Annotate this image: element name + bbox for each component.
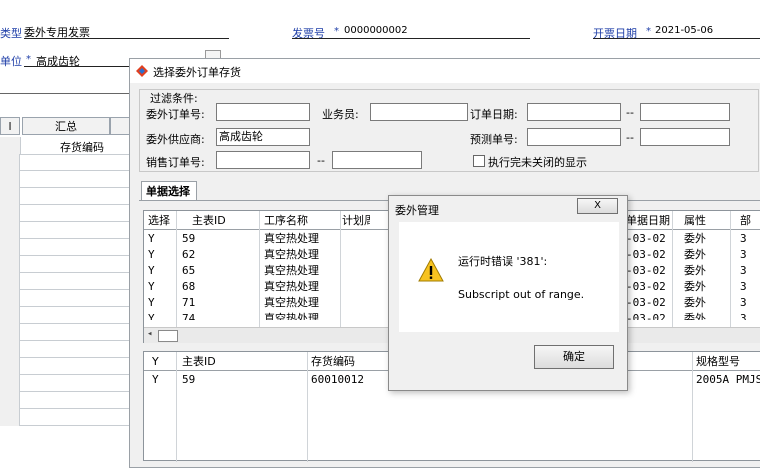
row-date: -03-02 bbox=[626, 232, 666, 245]
row-process: 真空热处理 bbox=[264, 232, 319, 245]
column-header-plan-cycle[interactable]: 计划周期 bbox=[342, 212, 370, 229]
row-id: 71 bbox=[182, 296, 196, 309]
scroll-thumb[interactable] bbox=[158, 330, 178, 342]
order-no-label: 委外订单号: bbox=[146, 108, 205, 121]
column-header-select[interactable]: 选择 bbox=[148, 212, 170, 229]
row-id: 59 bbox=[182, 373, 196, 386]
row-date: -03-02 bbox=[626, 264, 666, 277]
column-header-id[interactable]: 主表ID bbox=[192, 212, 226, 229]
column-header-code: 存货编码 bbox=[60, 141, 104, 154]
sales-order-label: 销售订单号: bbox=[146, 156, 205, 169]
row-dept: 3 bbox=[740, 312, 747, 320]
supplier-input[interactable]: 高成齿轮 bbox=[216, 128, 310, 146]
row-id: 62 bbox=[182, 248, 196, 261]
required-mark: * bbox=[334, 26, 339, 37]
row-attr: 委外 bbox=[684, 312, 706, 320]
row-attr: 委外 bbox=[684, 280, 706, 293]
row-process: 真空热处理 bbox=[264, 296, 319, 309]
row-process: 真空热处理 bbox=[264, 312, 319, 320]
column-header-attr[interactable]: 属性 bbox=[684, 212, 706, 229]
row-id: 65 bbox=[182, 264, 196, 277]
forecast-no-to-input[interactable] bbox=[640, 128, 730, 146]
tab-document-selection[interactable]: 单据选择 bbox=[141, 181, 197, 201]
row-select[interactable]: Y bbox=[148, 279, 155, 294]
error-code-text: 运行时错误 '381': bbox=[458, 255, 548, 268]
row-spec: 2005A PMJS bbox=[696, 373, 760, 386]
row-process: 真空热处理 bbox=[264, 264, 319, 277]
order-date-label: 订单日期: bbox=[470, 108, 518, 121]
error-message-text: Subscript out of range. bbox=[458, 288, 585, 301]
doc-type-label: 类型 bbox=[0, 27, 22, 40]
row-select[interactable]: Y bbox=[148, 295, 155, 310]
window-title: 选择委外订单存货 bbox=[153, 66, 241, 79]
order-date-to-input[interactable] bbox=[640, 103, 730, 121]
show-closed-checkbox[interactable] bbox=[473, 155, 485, 167]
row-select[interactable]: Y bbox=[148, 231, 155, 246]
sales-order-separator: -- bbox=[317, 154, 325, 167]
column-header-id[interactable]: 主表ID bbox=[182, 353, 216, 370]
row-attr: 委外 bbox=[684, 264, 706, 277]
show-closed-label: 执行完未关闭的显示 bbox=[488, 156, 587, 169]
ok-button[interactable]: 确定 bbox=[534, 345, 614, 369]
forecast-no-from-input[interactable] bbox=[527, 128, 621, 146]
row-date: -03-02 bbox=[626, 296, 666, 309]
row-dept: 3 bbox=[740, 248, 747, 261]
window-titlebar[interactable]: 选择委外订单存货 bbox=[130, 59, 760, 83]
column-header-select[interactable]: Y bbox=[152, 353, 159, 370]
column-header-spec[interactable]: 规格型号 bbox=[696, 353, 740, 370]
supplier-label: 委外供应商: bbox=[146, 133, 205, 146]
order-no-input[interactable] bbox=[216, 103, 310, 121]
left-detail-grid[interactable]: 存货编码 bbox=[0, 137, 135, 437]
scroll-left-icon[interactable]: ◂ bbox=[147, 329, 152, 339]
row-select[interactable]: Y bbox=[152, 372, 159, 387]
salesperson-input[interactable] bbox=[370, 103, 468, 121]
row-select[interactable]: Y bbox=[148, 247, 155, 262]
row-attr: 委外 bbox=[684, 248, 706, 261]
date-separator: -- bbox=[626, 106, 634, 119]
dialog-title: 委外管理 bbox=[395, 204, 439, 217]
row-attr: 委外 bbox=[684, 232, 706, 245]
tab-left[interactable]: l bbox=[0, 117, 20, 135]
tab-summary[interactable]: 汇总 bbox=[22, 117, 110, 135]
row-date: -03-02 bbox=[626, 280, 666, 293]
window-app-icon bbox=[136, 65, 148, 77]
invoice-date-value[interactable]: 2021-05-06 bbox=[655, 25, 713, 36]
row-dept: 3 bbox=[740, 296, 747, 309]
row-dept: 3 bbox=[740, 264, 747, 277]
warning-icon bbox=[418, 258, 444, 282]
row-date: -03-02 bbox=[626, 248, 666, 261]
sales-order-to-input[interactable] bbox=[332, 151, 422, 169]
row-select[interactable]: Y bbox=[148, 263, 155, 278]
forecast-separator: -- bbox=[626, 131, 634, 144]
row-dept: 3 bbox=[740, 232, 747, 245]
column-header-doc-date[interactable]: 单据日期 bbox=[626, 212, 670, 229]
column-header-process[interactable]: 工序名称 bbox=[264, 212, 308, 229]
invoice-no-value[interactable]: 0000000002 bbox=[344, 25, 408, 36]
close-icon: X bbox=[594, 200, 601, 211]
row-date: -03-02 bbox=[626, 312, 666, 320]
row-id: 68 bbox=[182, 280, 196, 293]
order-date-from-input[interactable] bbox=[527, 103, 621, 121]
row-code: 60010012 bbox=[311, 373, 364, 386]
row-select[interactable]: Y bbox=[148, 311, 155, 320]
close-button[interactable]: X bbox=[577, 198, 618, 214]
row-process: 真空热处理 bbox=[264, 280, 319, 293]
sales-order-from-input[interactable] bbox=[216, 151, 310, 169]
forecast-no-label: 预测单号: bbox=[470, 133, 518, 146]
column-header-code[interactable]: 存货编码 bbox=[311, 353, 355, 370]
salesperson-label: 业务员: bbox=[322, 108, 359, 121]
unit-label: 单位 bbox=[0, 55, 22, 68]
row-process: 真空热处理 bbox=[264, 248, 319, 261]
row-dept: 3 bbox=[740, 280, 747, 293]
required-mark: * bbox=[26, 54, 31, 65]
row-id: 74 bbox=[182, 312, 196, 320]
dialog-body: 运行时错误 '381': Subscript out of range. bbox=[399, 222, 619, 332]
row-id: 59 bbox=[182, 232, 196, 245]
required-mark: * bbox=[646, 26, 651, 37]
row-attr: 委外 bbox=[684, 296, 706, 309]
filter-title: 过滤条件: bbox=[150, 92, 198, 105]
column-header-dept[interactable]: 部 bbox=[740, 212, 751, 229]
error-dialog: 委外管理 X 运行时错误 '381': Subscript out of ran… bbox=[388, 195, 628, 391]
